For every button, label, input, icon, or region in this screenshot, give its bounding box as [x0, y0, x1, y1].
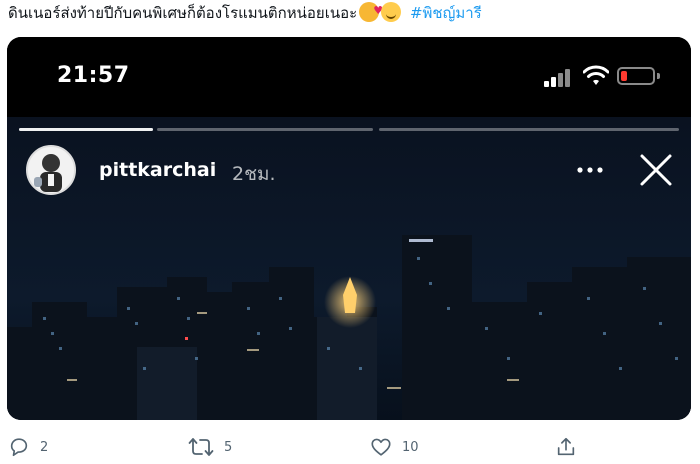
tweet-text: ดินเนอร์ส่งท้ายปีกับคนพิเศษก็ต้องโรแมนติ…: [8, 4, 358, 22]
story-time-ago: 2ชม.: [232, 163, 276, 185]
reply-count: 2: [40, 439, 49, 455]
battery-icon: [617, 67, 655, 85]
story-progress-segment-2: [157, 128, 373, 131]
reply-button[interactable]: 2: [8, 436, 48, 458]
phone-status-bar: 21:57: [7, 37, 691, 117]
retweet-count: 5: [224, 439, 233, 455]
retweet-button[interactable]: 5: [188, 436, 232, 458]
story-progress-segment-3: [379, 128, 679, 131]
story-progress-segment-1: [19, 128, 153, 131]
cellular-signal-icon: [544, 67, 572, 87]
retweet-icon: [188, 438, 214, 456]
share-icon: [557, 437, 575, 456]
story-progress-fill: [19, 128, 153, 131]
tweet-action-bar: 2 5 10: [0, 430, 700, 464]
hashtag-link[interactable]: #พิชญ์มารี: [410, 4, 482, 22]
story-screenshot[interactable]: 21:57 pittkarchai 2ชม.: [7, 37, 691, 420]
reply-icon: [10, 438, 28, 457]
smiling-face-with-hearts-emoji-icon: [359, 0, 383, 22]
avatar[interactable]: [26, 145, 76, 195]
battery-cap: [657, 73, 660, 79]
smiling-face-emoji-icon: [381, 2, 402, 22]
like-button[interactable]: 10: [370, 436, 419, 458]
share-button[interactable]: [555, 436, 577, 458]
wifi-icon: [583, 65, 609, 85]
tweet-text-line: ดินเนอร์ส่งท้ายปีกับคนพิเศษก็ต้องโรแมนติ…: [8, 0, 698, 28]
story-username[interactable]: pittkarchai: [99, 159, 216, 181]
more-dots-icon[interactable]: [575, 163, 605, 177]
heart-icon: [371, 438, 391, 456]
close-icon[interactable]: [639, 153, 673, 187]
status-clock: 21:57: [57, 63, 130, 88]
like-count: 10: [402, 439, 419, 455]
battery-level: [621, 71, 627, 81]
